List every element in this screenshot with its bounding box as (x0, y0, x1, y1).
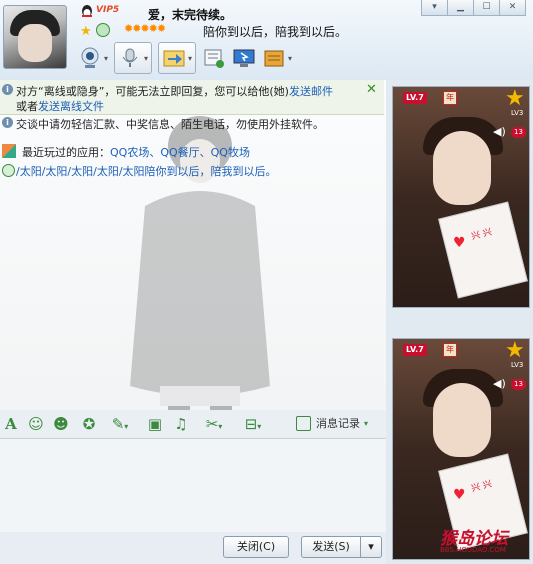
heart-icon: ♥ (453, 235, 466, 251)
message-history-button[interactable]: 消息记录 ▾ (296, 415, 368, 431)
video-call-button[interactable]: ▾ (78, 43, 108, 73)
lv3-label: LV3 (511, 109, 524, 117)
window-controls: ▾ ▁ ☐ ✕ (421, 0, 526, 16)
security-warning: 交谈中请勿轻信汇款、中奖信息、陌生电话，勿使用外挂软件。 (16, 118, 324, 131)
star-icon: ★ (80, 24, 92, 39)
viewer-count-badge: 13 (511, 379, 526, 390)
qq-penguin-icon (82, 5, 92, 17)
notice-line-1: 对方“离线或隐身”，可能无法立即回复，您可以给他(她)发送邮件 (16, 83, 333, 99)
doodle-icon[interactable]: ✎▾ (107, 415, 133, 433)
send-options-button[interactable]: ▾ (360, 536, 382, 558)
online-status-icon (96, 23, 110, 37)
briefcase-icon[interactable]: ⊟▾ (239, 415, 267, 433)
discussion-icon (204, 49, 225, 68)
shake-window-icon[interactable]: ✪ (80, 415, 98, 433)
recent-apps-links[interactable]: QQ农场、QQ餐厅、QQ牧场 (110, 146, 250, 159)
close-button[interactable]: 关闭(C) (223, 536, 289, 558)
toolbox-icon (264, 50, 284, 67)
app-icon (2, 144, 16, 158)
close-notice-icon[interactable]: ✕ (366, 82, 377, 97)
music-icon[interactable]: ♫ (172, 415, 190, 433)
speaker-icon[interactable]: ◀) (493, 377, 506, 390)
menu-dropdown-button[interactable]: ▾ (421, 0, 448, 16)
forum-watermark-url: BBS.HOUDAO.COM (440, 546, 506, 554)
chevron-down-icon[interactable]: ▾ (288, 54, 292, 63)
monitor-icon (233, 49, 255, 67)
signature-message[interactable]: /太阳/太阳/太阳/太阳/太阳陪你到以后，陪我到以后。 (16, 163, 277, 179)
remote-assist-button[interactable] (232, 43, 256, 73)
emoticon-icon[interactable]: ☺ (27, 415, 45, 433)
chevron-down-icon[interactable]: ▾ (188, 54, 192, 63)
send-image-icon[interactable]: ▣ (146, 415, 164, 433)
contact-name[interactable]: 爱，末完待续。 (148, 6, 232, 23)
sun-level-icons: ✹✹✹✹✹ (124, 22, 166, 35)
video-sidebar: ♥ 兴 兴 LV.7 年 ★ LV3 ◀) 13 ♥ 兴 兴 LV.7 年 ★ … (386, 80, 533, 564)
format-toolbar: A ☺ ☻ ✪ ✎▾ ▣ ♫ ✂▾ ⊟▾ 消息记录 ▾ (0, 410, 386, 438)
year-badge: 年 (443, 91, 457, 105)
chat-background-photo (130, 116, 270, 410)
app-more-button[interactable]: ▾ (262, 43, 292, 73)
send-file-button[interactable]: ▾ (158, 42, 197, 74)
notice-text: 或者 (16, 100, 38, 113)
history-icon (296, 415, 311, 431)
create-discussion-button[interactable] (202, 43, 226, 73)
message-input[interactable] (0, 438, 386, 533)
offline-notice-bar: i 对方“离线或隐身”，可能无法立即回复，您可以给他(她)发送邮件 或者发送离线… (0, 80, 384, 115)
video-panel-1[interactable]: ♥ 兴 兴 LV.7 年 ★ LV3 ◀) 13 (392, 86, 530, 308)
recent-apps-label: 最近玩过的应用： (22, 146, 110, 159)
recent-apps: 最近玩过的应用：QQ农场、QQ餐厅、QQ牧场 (22, 144, 250, 160)
chevron-down-icon: ▾ (364, 418, 369, 428)
lv3-label: LV3 (511, 361, 524, 369)
level-badge: LV.7 (403, 92, 427, 104)
info-icon: i (2, 84, 13, 95)
heart-icon: ♥ (453, 487, 466, 503)
microphone-icon (122, 48, 138, 67)
chevron-down-icon[interactable]: ▾ (144, 54, 148, 63)
speaker-icon[interactable]: ◀) (493, 125, 506, 138)
notice-line-2: 或者发送离线文件 (16, 98, 104, 114)
star-icon: ★ (505, 86, 525, 111)
viewer-count-badge: 13 (511, 127, 526, 138)
font-icon[interactable]: A (2, 415, 20, 433)
send-email-link[interactable]: 发送邮件 (289, 85, 333, 98)
send-file-icon (163, 50, 185, 67)
chat-toolbar: ▾ ▾ ▾ ▾ (78, 42, 298, 74)
minimize-button[interactable]: ▁ (447, 0, 474, 16)
send-bar: 关闭(C) 发送(S) ▾ (0, 532, 386, 564)
close-window-button[interactable]: ✕ (499, 0, 526, 16)
level-badge: LV.7 (403, 344, 427, 356)
message-display-area[interactable]: i 对方“离线或隐身”，可能无法立即回复，您可以给他(她)发送邮件 或者发送离线… (0, 80, 386, 410)
screenshot-scissors-icon[interactable]: ✂▾ (200, 415, 228, 433)
vip-badge: VIP5 (96, 5, 120, 15)
maximize-button[interactable]: ☐ (473, 0, 500, 16)
contact-avatar[interactable] (3, 5, 67, 69)
history-label: 消息记录 (316, 417, 360, 430)
send-offline-file-link[interactable]: 发送离线文件 (38, 100, 104, 113)
info-icon: i (2, 117, 13, 128)
chevron-down-icon[interactable]: ▾ (104, 54, 108, 63)
contact-signature: 陪你到以后，陪我到以后。 (203, 25, 348, 39)
year-badge: 年 (443, 343, 457, 357)
voice-call-button[interactable]: ▾ (114, 42, 153, 74)
notice-text: 对方“离线或隐身”，可能无法立即回复，您可以给他(她) (16, 85, 289, 98)
send-button[interactable]: 发送(S) (301, 536, 360, 558)
star-icon: ★ (505, 338, 525, 363)
webcam-icon (81, 47, 99, 68)
magic-face-icon[interactable]: ☻ (52, 415, 70, 433)
signature-icon (2, 164, 15, 177)
